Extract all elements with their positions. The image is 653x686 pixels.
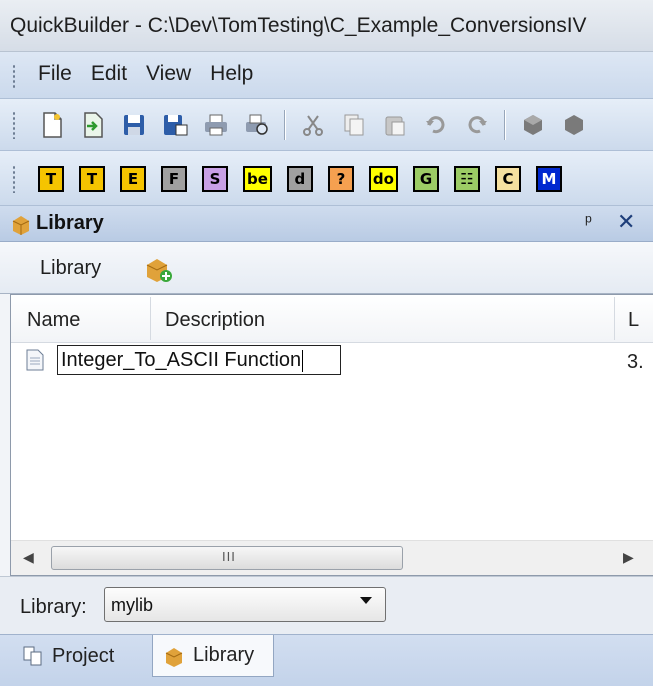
- toolbar-grip[interactable]: [12, 111, 16, 139]
- cube-icon-2[interactable]: [560, 111, 588, 139]
- cube-icon[interactable]: [519, 111, 547, 139]
- paste-icon[interactable]: [381, 111, 409, 139]
- project-icon: [23, 646, 42, 666]
- scrollbar-thumb[interactable]: III: [51, 546, 403, 570]
- block-button-12[interactable]: M: [535, 166, 562, 192]
- column-divider[interactable]: [614, 297, 615, 340]
- save-icon[interactable]: [120, 111, 148, 139]
- table-row[interactable]: Integer_To_ASCII Function 3.: [11, 343, 653, 379]
- scroll-right-icon[interactable]: ▶: [623, 549, 634, 566]
- new-file-icon[interactable]: [38, 111, 66, 139]
- block-button-5[interactable]: be: [243, 166, 272, 192]
- scrollbar-grip: III: [222, 549, 236, 564]
- column-header-description[interactable]: Description: [165, 309, 265, 332]
- cut-icon[interactable]: [299, 111, 327, 139]
- library-panel-header: Library ᵖ ✕: [0, 206, 653, 242]
- row-cell-3: 3.: [627, 351, 644, 373]
- menu-help[interactable]: Help: [210, 62, 253, 86]
- copy-icon[interactable]: [340, 111, 368, 139]
- text-caret: [302, 349, 304, 372]
- rename-field-value: Integer_To_ASCII Function: [61, 349, 302, 371]
- menu-file[interactable]: File: [38, 62, 72, 86]
- rename-field[interactable]: Integer_To_ASCII Function: [57, 345, 341, 375]
- save-as-icon[interactable]: [161, 111, 189, 139]
- menu-grip[interactable]: [12, 64, 16, 88]
- print-icon[interactable]: [202, 111, 230, 139]
- standard-toolbar: [0, 99, 653, 151]
- redo-icon[interactable]: [463, 111, 491, 139]
- pin-icon[interactable]: ᵖ: [585, 211, 592, 232]
- block-toolbar: T T E F Sbe d? do G ☷ C M: [0, 151, 653, 206]
- block-button-8[interactable]: do: [368, 166, 398, 192]
- library-panel-title: Library: [36, 212, 104, 234]
- tab-library-label: Library: [193, 644, 255, 666]
- column-divider[interactable]: [150, 297, 151, 340]
- column-header-3[interactable]: L: [628, 309, 639, 332]
- library-select-label: Library:: [20, 596, 87, 618]
- menu-bar: File Edit View Help: [0, 52, 653, 99]
- add-library-icon[interactable]: [144, 256, 174, 289]
- library-icon: [10, 213, 32, 240]
- bottom-tab-strip: Project Library: [0, 634, 653, 686]
- tab-project[interactable]: Project: [12, 635, 136, 677]
- block-button-3[interactable]: F: [161, 166, 187, 192]
- block-button-1[interactable]: T: [79, 166, 105, 192]
- block-button-10[interactable]: ☷: [453, 166, 480, 192]
- block-toolbar-grip[interactable]: [12, 165, 16, 193]
- block-button-0[interactable]: T: [38, 166, 64, 192]
- library-toolbar: Library: [0, 242, 653, 294]
- toolbar-separator: [504, 110, 506, 140]
- menu-edit[interactable]: Edit: [91, 62, 127, 86]
- block-button-2[interactable]: E: [120, 166, 146, 192]
- block-button-7[interactable]: ?: [327, 166, 354, 192]
- tab-library[interactable]: Library: [152, 635, 274, 677]
- title-bar: QuickBuilder - C:\Dev\TomTesting\C_Examp…: [0, 0, 653, 52]
- undo-icon[interactable]: [422, 111, 450, 139]
- library-list[interactable]: Name Description L Integer_To_ASCII Func…: [10, 294, 653, 576]
- block-button-4[interactable]: S: [202, 166, 228, 192]
- tab-project-label: Project: [52, 644, 115, 667]
- column-header-name[interactable]: Name: [27, 309, 80, 332]
- list-header: Name Description L: [11, 295, 653, 343]
- print-preview-icon[interactable]: [243, 111, 271, 139]
- scroll-left-icon[interactable]: ◀: [23, 549, 34, 566]
- toolbar-separator: [284, 110, 286, 140]
- library-selector-bar: Library: mylib: [0, 576, 653, 634]
- block-button-9[interactable]: G: [412, 166, 439, 192]
- library-icon: [165, 647, 183, 667]
- block-button-11[interactable]: C: [494, 166, 521, 192]
- menu-view[interactable]: View: [146, 62, 191, 86]
- document-icon: [26, 349, 44, 371]
- block-button-6[interactable]: d: [286, 166, 313, 192]
- library-toolbar-label[interactable]: Library: [40, 257, 101, 280]
- chevron-down-icon[interactable]: [360, 597, 372, 604]
- import-icon[interactable]: [79, 111, 107, 139]
- library-select-value: mylib: [111, 595, 154, 615]
- window-title: QuickBuilder - C:\Dev\TomTesting\C_Examp…: [10, 14, 587, 37]
- horizontal-scrollbar[interactable]: ◀ III ▶: [11, 540, 653, 575]
- close-icon[interactable]: ✕: [617, 209, 635, 235]
- library-select[interactable]: mylib: [104, 587, 386, 622]
